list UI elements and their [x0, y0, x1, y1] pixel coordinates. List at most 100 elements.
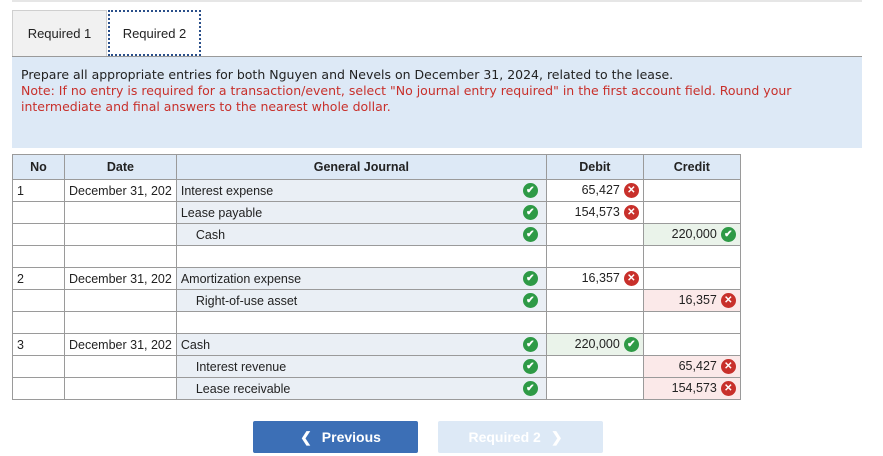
previous-button[interactable]: ❮ Previous — [253, 421, 418, 453]
table-row: 1 December 31, 202 Interest expense ✔ 65,… — [12, 179, 741, 202]
next-label: Required 2 — [468, 429, 541, 445]
date-cell[interactable]: December 31, 202 — [64, 267, 177, 290]
credit-cell[interactable]: 65,427 ✕ — [642, 355, 741, 378]
check-icon: ✔ — [522, 227, 538, 242]
table-row: 2 December 31, 202 Amortization expense ✔… — [12, 267, 741, 290]
row-number — [12, 201, 65, 224]
check-icon: ✔ — [720, 227, 736, 243]
debit-value: 65,427 — [581, 182, 620, 197]
credit-cell[interactable]: 16,357 ✕ — [642, 289, 741, 312]
check-icon: ✔ — [522, 337, 538, 352]
check-icon: ✔ — [623, 337, 639, 353]
credit-cell[interactable] — [642, 267, 741, 290]
tab-bar: Required 1 Required 2 — [12, 10, 862, 56]
account-name: Interest expense — [180, 183, 274, 198]
tab-required-1[interactable]: Required 1 — [12, 10, 107, 56]
date-cell[interactable] — [64, 289, 177, 312]
x-icon: ✕ — [720, 381, 736, 397]
account-name: Lease receivable — [195, 381, 291, 396]
date-cell[interactable]: December 31, 202 — [64, 179, 177, 202]
credit-cell[interactable] — [642, 201, 741, 224]
account-cell[interactable]: Lease receivable ✔ — [175, 377, 547, 400]
row-number — [12, 245, 65, 268]
x-icon: ✕ — [623, 271, 639, 287]
account-cell[interactable] — [175, 245, 547, 268]
date-cell[interactable]: December 31, 202 — [64, 333, 177, 356]
check-icon: ✔ — [522, 205, 538, 220]
x-icon: ✕ — [623, 205, 639, 221]
date-cell[interactable] — [64, 245, 177, 268]
x-icon: ✕ — [623, 183, 639, 199]
debit-cell[interactable]: 16,357 ✕ — [545, 267, 644, 290]
account-cell[interactable]: Right-of-use asset ✔ — [175, 289, 547, 312]
header-no: No — [12, 154, 65, 180]
credit-value: 65,427 — [678, 358, 717, 373]
instructions-panel: Prepare all appropriate entries for both… — [12, 57, 862, 148]
credit-cell[interactable] — [642, 245, 741, 268]
account-cell[interactable]: Interest expense ✔ — [175, 179, 547, 202]
check-icon: ✔ — [522, 359, 538, 374]
credit-cell[interactable] — [642, 311, 741, 334]
check-icon: ✔ — [522, 293, 538, 308]
table-row: Lease payable ✔ 154,573 ✕ — [12, 201, 741, 224]
credit-cell[interactable] — [642, 179, 741, 202]
row-number — [12, 289, 65, 312]
table-row — [12, 311, 741, 334]
account-name: Lease payable — [180, 205, 263, 220]
account-name: Amortization expense — [180, 271, 302, 286]
general-journal-table: No Date General Journal Debit Credit 1 D… — [12, 154, 741, 400]
check-icon: ✔ — [522, 183, 538, 198]
row-number: 3 — [12, 333, 65, 356]
debit-cell[interactable]: 154,573 ✕ — [545, 201, 644, 224]
account-cell[interactable]: Cash ✔ — [175, 223, 547, 246]
table-row: Interest revenue ✔ 65,427 ✕ — [12, 355, 741, 378]
credit-cell[interactable]: 220,000 ✔ — [642, 223, 741, 246]
account-cell[interactable]: Cash ✔ — [175, 333, 547, 356]
date-cell[interactable] — [64, 355, 177, 378]
table-row: 3 December 31, 202 Cash ✔ 220,000 ✔ — [12, 333, 741, 356]
header-date: Date — [64, 154, 177, 180]
account-name: Cash — [195, 227, 226, 242]
table-header-row: No Date General Journal Debit Credit — [12, 154, 741, 180]
row-number: 1 — [12, 179, 65, 202]
table-row — [12, 245, 741, 268]
debit-cell[interactable]: 65,427 ✕ — [545, 179, 644, 202]
x-icon: ✕ — [720, 293, 736, 309]
debit-cell[interactable] — [545, 289, 644, 312]
row-number — [12, 223, 65, 246]
debit-value: 16,357 — [581, 270, 620, 285]
credit-cell[interactable]: 154,573 ✕ — [642, 377, 741, 400]
date-cell[interactable] — [64, 377, 177, 400]
date-cell[interactable] — [64, 311, 177, 334]
table-row: Right-of-use asset ✔ 16,357 ✕ — [12, 289, 741, 312]
header-general-journal: General Journal — [175, 154, 547, 180]
debit-cell[interactable]: 220,000 ✔ — [545, 333, 644, 356]
tab-required-2[interactable]: Required 2 — [108, 10, 201, 56]
debit-cell[interactable] — [545, 245, 644, 268]
chevron-right-icon: ❯ — [550, 428, 563, 445]
credit-cell[interactable] — [642, 333, 741, 356]
row-number: 2 — [12, 267, 65, 290]
account-name: Interest revenue — [195, 359, 287, 374]
account-cell[interactable] — [175, 311, 547, 334]
check-icon: ✔ — [522, 271, 538, 286]
credit-value: 16,357 — [678, 292, 717, 307]
date-cell[interactable] — [64, 223, 177, 246]
account-cell[interactable]: Lease payable ✔ — [175, 201, 547, 224]
account-cell[interactable]: Amortization expense ✔ — [175, 267, 547, 290]
row-number — [12, 311, 65, 334]
debit-cell[interactable] — [545, 355, 644, 378]
next-button[interactable]: Required 2 ❯ — [438, 421, 603, 453]
table-row: Cash ✔ 220,000 ✔ — [12, 223, 741, 246]
header-debit: Debit — [545, 154, 644, 180]
date-cell[interactable] — [64, 201, 177, 224]
debit-cell[interactable] — [545, 223, 644, 246]
debit-cell[interactable] — [545, 311, 644, 334]
account-name: Right-of-use asset — [195, 293, 298, 308]
top-divider — [12, 0, 862, 2]
debit-value: 154,573 — [574, 204, 620, 219]
credit-value: 220,000 — [671, 226, 717, 241]
debit-cell[interactable] — [545, 377, 644, 400]
account-cell[interactable]: Interest revenue ✔ — [175, 355, 547, 378]
instructions-note: Note: If no entry is required for a tran… — [21, 83, 792, 114]
